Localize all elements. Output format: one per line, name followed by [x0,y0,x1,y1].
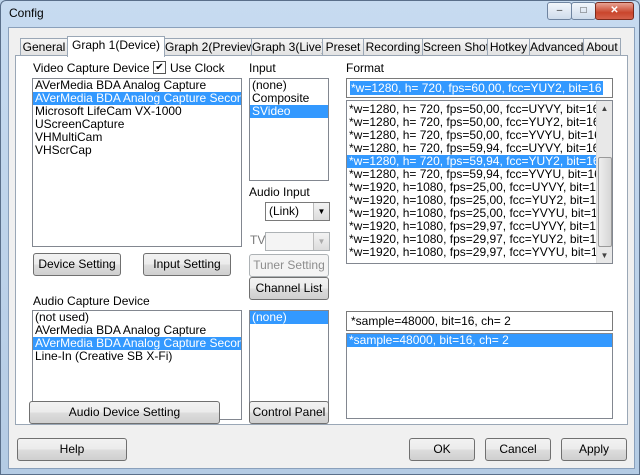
button-label: Channel List [255,281,323,295]
checkmark-icon: ✔ [155,62,164,73]
tab-graph1-device[interactable]: Graph 1(Device) [67,36,165,57]
dialog-client-area: General Graph 1(Device) Graph 2(Preview)… [8,27,635,469]
tab-advanced[interactable]: Advanced [529,38,584,56]
tab-preset[interactable]: Preset [322,38,364,56]
tuner-setting-button[interactable]: Tuner Setting [249,254,329,277]
help-button[interactable]: Help [17,438,127,461]
tab-graph2-preview[interactable]: Graph 2(Preview) [164,38,259,56]
graph1-device-panel: Video Capture Device ✔ Use Clock AVerMed… [15,55,628,425]
maximize-icon: □ [580,5,587,16]
config-window: Config – □ ✕ General Graph 1(Device) Gra… [0,0,640,475]
button-label: Audio Device Setting [68,405,181,419]
minimize-button[interactable]: – [547,2,572,20]
tab-label: Preset [325,40,361,54]
format-label: Format [346,61,385,75]
maximize-button[interactable]: □ [571,2,596,20]
tab-label: Advanced [530,40,584,54]
title-bar[interactable]: Config – □ ✕ [1,1,639,27]
use-clock-checkbox[interactable]: ✔ [153,61,166,74]
close-icon: ✕ [610,5,619,16]
use-clock-label: Use Clock [170,61,225,75]
video-device-list[interactable]: AVerMedia BDA Analog Capture AVerMedia BD… [32,78,242,247]
scroll-up-icon[interactable]: ▲ [597,101,612,116]
apply-button[interactable]: Apply [561,438,627,461]
control-panel-button[interactable]: Control Panel [249,401,329,424]
audio-device-item[interactable]: Line-In (Creative SB X-Fi) [33,350,241,363]
format-current-field[interactable]: *w=1280, h= 720, fps=60,00, fcc=YUY2, bi… [346,78,613,98]
tab-label: Graph 3(Live) [252,40,326,54]
tab-label: Graph 1(Device) [71,38,161,52]
audio-capture-device-label: Audio Capture Device [33,294,150,308]
input-setting-button[interactable]: Input Setting [143,253,231,276]
button-label: Help [59,442,85,456]
chevron-down-icon: ▼ [313,233,329,250]
button-label: Control Panel [252,405,326,419]
button-label: Apply [578,442,610,456]
format-current-value: *w=1280, h= 720, fps=60,00, fcc=YUY2, bi… [350,81,603,95]
ok-button[interactable]: OK [409,438,475,461]
audio-format-current-value: *sample=48000, bit=16, ch= 2 [351,314,511,328]
format-list-scrollbar[interactable]: ▲ ▼ [596,101,612,263]
tab-label: Graph 2(Preview) [165,40,260,54]
tab-graph3-live[interactable]: Graph 3(Live) [251,38,326,56]
tv-select[interactable]: ▼ [265,232,330,251]
audio-input-select[interactable]: (Link) ▼ [265,202,330,221]
device-setting-button[interactable]: Device Setting [33,253,121,276]
input-item[interactable]: SVideo [250,105,328,118]
format-item[interactable]: *w=1920, h=1080, fps=29,97, fcc=YVYU, bi… [347,246,604,259]
window-title: Config [9,6,44,20]
tab-label: About [586,40,618,54]
chevron-down-icon: ▼ [313,203,329,220]
tab-label: Screen Shot [423,40,490,54]
button-label: Tuner Setting [253,258,325,272]
audio-format-list[interactable]: *sample=48000, bit=16, ch= 2 [346,333,613,419]
tab-general[interactable]: General [20,38,68,56]
button-label: Input Setting [153,257,221,271]
scroll-thumb[interactable] [598,157,612,247]
video-device-item[interactable]: VHScrCap [33,144,241,157]
scroll-down-icon[interactable]: ▼ [597,248,612,263]
tab-recording[interactable]: Recording [363,38,423,56]
input-label: Input [249,61,276,75]
cancel-button[interactable]: Cancel [485,438,551,461]
audio-device-setting-button[interactable]: Audio Device Setting [29,401,220,424]
channel-list-button[interactable]: Channel List [249,277,329,300]
button-label: OK [433,442,451,456]
minimize-icon: – [556,5,563,16]
video-capture-device-label: Video Capture Device [33,61,150,75]
tab-hotkey[interactable]: Hotkey [487,38,530,56]
input-list[interactable]: (none) Composite SVideo [249,78,329,181]
tab-screen-shot[interactable]: Screen Shot [422,38,490,56]
audio-format-current-field[interactable]: *sample=48000, bit=16, ch= 2 [346,311,613,331]
format-list[interactable]: *w=1280, h= 720, fps=50,00, fcc=UYVY, bi… [346,100,613,264]
audio-pin-list[interactable]: (none) [249,310,329,405]
tab-label: Hotkey [489,40,528,54]
audio-format-item[interactable]: *sample=48000, bit=16, ch= 2 [347,334,612,347]
button-label: Device Setting [38,257,116,271]
tv-label: TV [250,233,266,247]
tab-label: General [22,40,66,54]
audio-pin-item[interactable]: (none) [250,311,328,324]
button-label: Cancel [499,442,537,456]
close-button[interactable]: ✕ [595,2,634,20]
audio-input-value: (Link) [269,204,300,218]
tab-label: Recording [365,40,421,54]
audio-input-label: Audio Input [249,185,310,199]
tab-about[interactable]: About [583,38,621,56]
